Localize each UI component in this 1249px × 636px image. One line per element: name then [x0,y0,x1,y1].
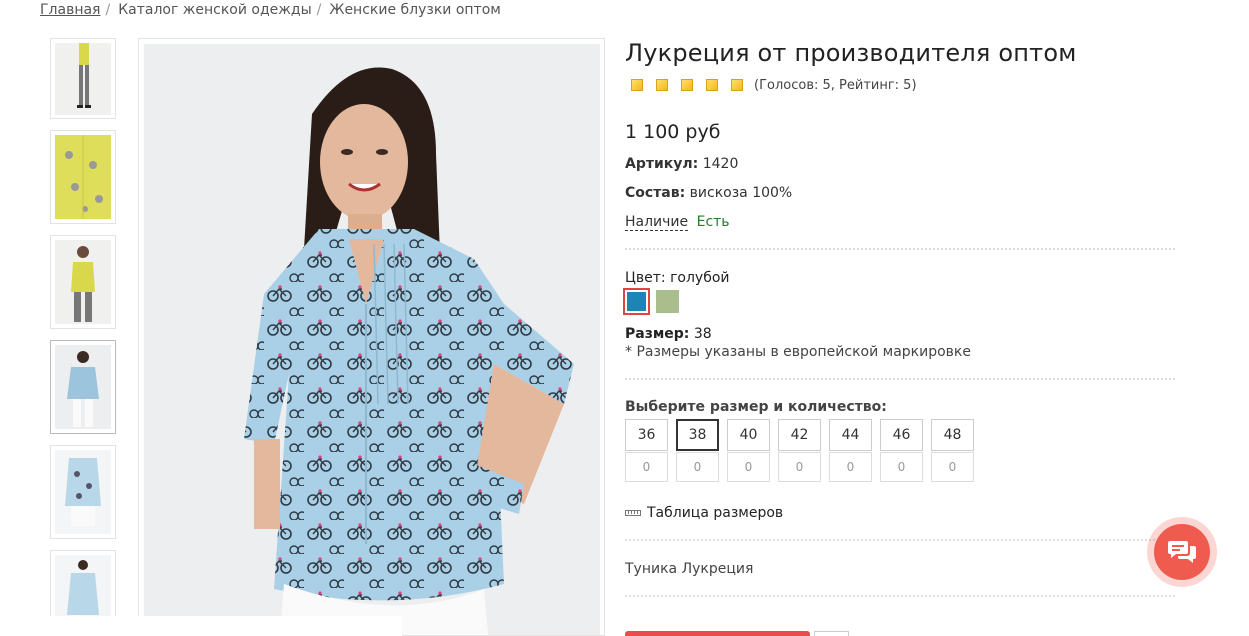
size-row: Размер: 38 [625,326,1185,342]
thumbnail-image [55,450,111,534]
size-option: 38 [676,419,719,482]
divider [625,595,1175,597]
composition-row: Состав: вискоза 100% [625,185,1185,201]
product-details: Лукреция от производителя оптом (Голосов… [623,38,1185,597]
color-label: Цвет: [625,270,666,286]
breadcrumb-catalog-link[interactable]: Каталог женской одежды [118,2,311,18]
chat-button-circle [1154,524,1210,580]
article-row: Артикул: 1420 [625,156,1185,172]
star-icon[interactable] [656,79,668,91]
quantity-input-36[interactable] [625,452,668,482]
thumbnail-image [55,42,111,115]
product-title: Лукреция от производителя оптом [625,39,1077,67]
composition-label: Состав: [625,185,686,201]
rating-summary: (Голосов: 5, Рейтинг: 5) [754,77,917,93]
size-option: 44 [829,419,872,482]
divider [625,378,1175,380]
product-photo [144,44,600,635]
add-to-cart-button[interactable] [625,631,810,636]
size-option: 48 [931,419,974,482]
size-button-40[interactable]: 40 [727,419,770,451]
divider [625,248,1175,250]
choose-size-label: Выберите размер и количество: [625,399,887,415]
star-icon[interactable] [681,79,693,91]
breadcrumb: Главная / Каталог женской одежды / Женские… [40,2,501,18]
star-icon[interactable] [731,79,743,91]
size-table-link[interactable]: Таблица размеров [625,505,1185,521]
quantity-input-38[interactable] [676,452,719,482]
ruler-icon [625,510,641,516]
size-table-label: Таблица размеров [647,505,784,521]
color-swatch-blue[interactable] [623,288,650,315]
size-label: Размер: [625,326,690,342]
breadcrumb-separator: / [316,2,322,18]
size-button-48[interactable]: 48 [931,419,974,451]
size-option: 40 [727,419,770,482]
article-value: 1420 [702,156,739,172]
quantity-input-46[interactable] [880,452,923,482]
chat-widget-button[interactable] [1147,517,1217,587]
thumbnail-blue-blouse-back[interactable] [50,550,116,616]
article-label: Артикул: [625,156,699,172]
size-button-44[interactable]: 44 [829,419,872,451]
cart-quantity-field[interactable] [814,631,849,636]
color-swatches [623,288,1185,315]
thumbnail-image [55,555,111,616]
availability-row: Наличие Есть [625,214,1185,231]
breadcrumb-home-link[interactable]: Главная [40,2,100,18]
thumbnail-blue-blouse-model[interactable] [50,340,116,434]
star-icon[interactable] [631,79,643,91]
composition-value: вискоза 100% [689,185,793,201]
product-description: Туника Лукреция [625,561,754,577]
quantity-input-48[interactable] [931,452,974,482]
size-quantity-grid: 36 38 40 42 44 46 48 [625,419,1185,482]
quantity-input-42[interactable] [778,452,821,482]
quantity-input-44[interactable] [829,452,872,482]
thumbnail-image [55,240,111,324]
size-button-36[interactable]: 36 [625,419,668,451]
quantity-input-40[interactable] [727,452,770,482]
size-button-38[interactable]: 38 [676,419,719,451]
size-value: 38 [693,326,712,342]
size-option: 46 [880,419,923,482]
size-note: * Размеры указаны в европейской маркиров… [625,344,971,360]
product-rating: (Голосов: 5, Рейтинг: 5) [625,76,1185,94]
size-option: 36 [625,419,668,482]
divider [625,539,1175,541]
size-button-46[interactable]: 46 [880,419,923,451]
breadcrumb-current: Женские блузки оптом [329,2,501,18]
thumbnail-blue-blouse-side[interactable] [50,445,116,539]
size-button-42[interactable]: 42 [778,419,821,451]
color-row: Цвет: голубой [625,270,1185,286]
availability-label[interactable]: Наличие [625,214,689,231]
product-main-image[interactable] [138,38,605,636]
thumbnail-yellow-blouse-model[interactable] [50,235,116,329]
image-caption-strip [40,616,402,636]
product-price: 1 100 руб [625,121,721,143]
thumbnail-yellow-blouse-detail[interactable] [50,130,116,224]
thumbnail-list [50,38,116,616]
star-icon[interactable] [706,79,718,91]
breadcrumb-separator: / [105,2,111,18]
color-value: голубой [670,270,730,286]
chat-bubbles-icon [1168,541,1196,563]
thumbnail-image [55,345,111,429]
size-option: 42 [778,419,821,482]
thumbnail-image [55,135,111,219]
thumbnail-yellow-blouse-full[interactable] [50,38,116,119]
availability-value: Есть [696,214,730,230]
color-swatch-olive[interactable] [656,290,679,313]
